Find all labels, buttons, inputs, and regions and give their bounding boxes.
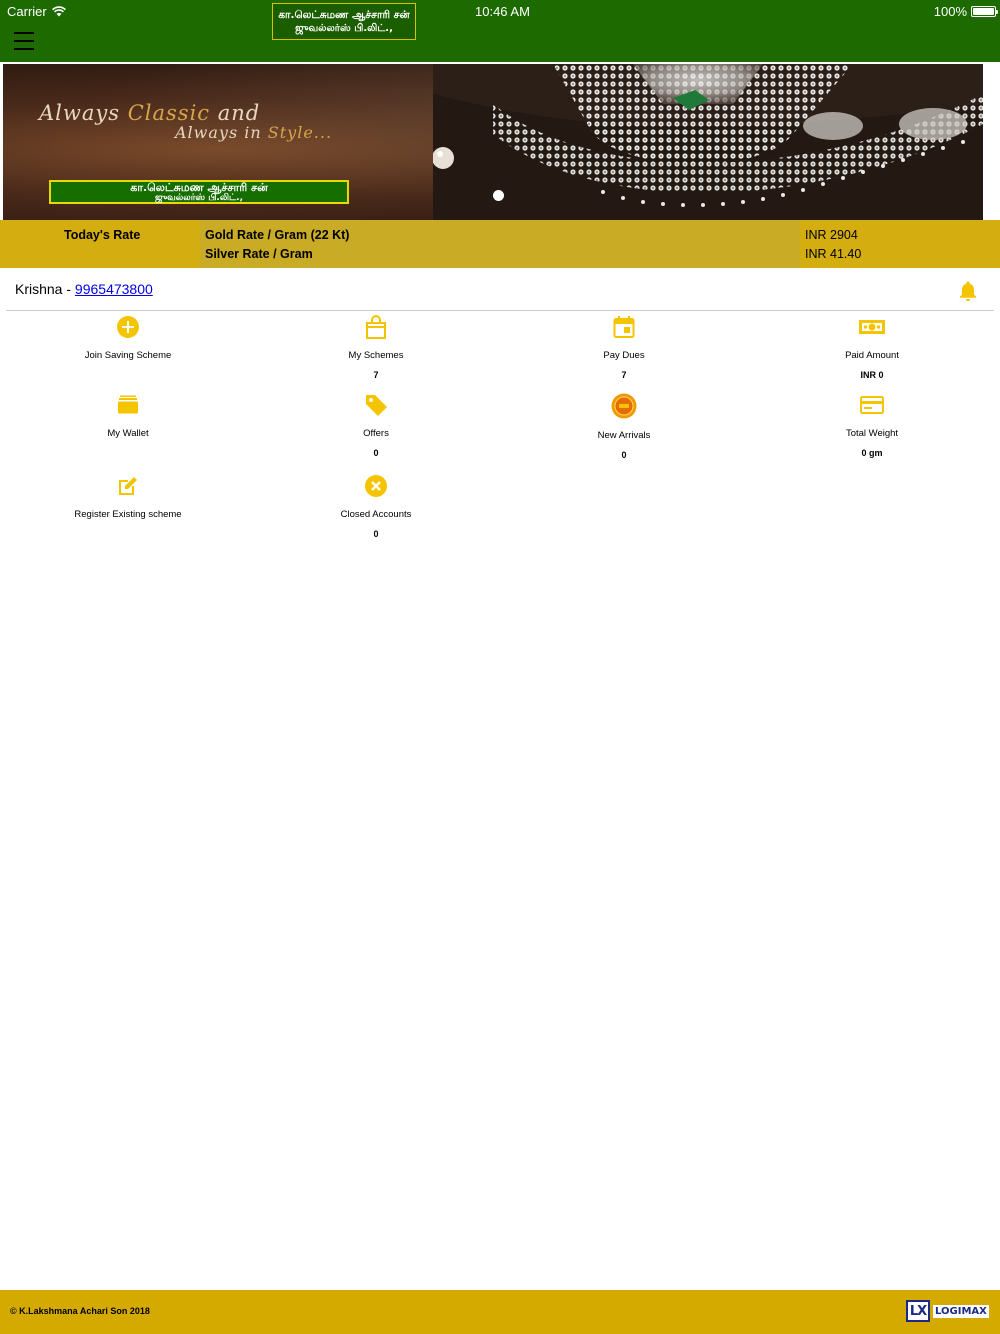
header-logo: கா.லெட்சுமண ஆச்சாரி சன் ஜுவல்லர்ஸ் பி.லி…	[272, 3, 416, 40]
banner-logo: கா.லெட்சுமண ஆச்சாரி சன் ஜுவல்லர்ஸ் பி.லி…	[49, 180, 349, 204]
tile-label: Total Weight	[845, 428, 899, 439]
user-info: Krishna - 9965473800	[15, 281, 153, 297]
status-time: 10:46 AM	[475, 4, 530, 19]
app-header: Carrier 10:46 AM 100% கா.லெட்சுமண ஆச்சார…	[0, 0, 1000, 62]
rates-label: Today's Rate	[64, 228, 141, 242]
tile-value: 7	[373, 370, 379, 380]
logimax-logo: LX LOGIMAX	[906, 1300, 989, 1322]
tagline-always-in: Always in	[175, 123, 262, 142]
tile-label: Register Existing scheme	[74, 509, 182, 520]
battery-icon	[971, 6, 998, 17]
card-icon	[859, 392, 885, 418]
tile-label: Offers	[363, 428, 389, 439]
carrier-label: Carrier	[7, 4, 47, 19]
tile-pay-dues[interactable]: Pay Dues 7	[500, 314, 748, 380]
app-footer: © K.Lakshmana Achari Son 2018 LX LOGIMAX	[0, 1290, 1000, 1334]
bell-icon[interactable]	[958, 280, 978, 302]
tile-new-arrivals[interactable]: New Arrivals 0	[500, 392, 748, 460]
tile-value: 0	[373, 529, 379, 539]
close-circle-icon	[363, 473, 389, 499]
rates-names-cell: Gold Rate / Gram (22 Kt) Silver Rate / G…	[200, 220, 800, 268]
tile-paid-amount[interactable]: Paid Amount INR 0	[748, 314, 996, 380]
status-battery: 100%	[933, 4, 998, 19]
promo-banner[interactable]: Always Classic and Always in Style... கா…	[3, 64, 983, 220]
user-phone-link[interactable]: 9965473800	[75, 281, 153, 297]
tile-value: INR 0	[860, 370, 884, 380]
tile-value: 0	[621, 450, 627, 460]
plus-circle-icon	[115, 314, 141, 340]
tile-label: Pay Dues	[603, 350, 645, 361]
banner-logo-line2: ஜுவல்லர்ஸ் பி.லிட்.,	[154, 192, 244, 203]
shopping-bag-icon	[363, 314, 389, 340]
header-logo-line2: ஜுவல்லர்ஸ் பி.லிட்.,	[291, 22, 397, 35]
rate-name-gold: Gold Rate / Gram (22 Kt)	[205, 228, 350, 242]
status-carrier: Carrier	[7, 4, 66, 19]
rate-name-silver: Silver Rate / Gram	[205, 247, 313, 261]
edit-icon	[115, 473, 141, 499]
cash-icon	[859, 314, 885, 340]
tile-value: 0	[373, 448, 379, 458]
rate-value-silver: INR 41.40	[805, 247, 862, 261]
tagline-style: Style...	[267, 123, 333, 142]
user-name: Krishna -	[15, 281, 75, 297]
banner-tagline: Always Classic and Always in Style...	[39, 101, 331, 142]
tile-label: Closed Accounts	[340, 509, 412, 520]
rates-panel: Today's Rate Gold Rate / Gram (22 Kt) Si…	[0, 220, 1000, 268]
tile-label: Join Saving Scheme	[84, 350, 172, 361]
calendar-icon	[611, 314, 637, 340]
tile-total-weight[interactable]: Total Weight 0 gm	[748, 392, 996, 458]
tile-value: 7	[621, 370, 627, 380]
banner-logo-line1: கா.லெட்சுமண ஆச்சாரி சன்	[130, 180, 268, 194]
logimax-mark: LX	[906, 1300, 930, 1322]
tile-my-wallet[interactable]: My Wallet	[4, 392, 252, 458]
tile-value: 0 gm	[861, 448, 883, 458]
tile-offers[interactable]: Offers 0	[252, 392, 500, 458]
new-badge-icon	[611, 392, 637, 420]
tile-label: Paid Amount	[845, 350, 899, 361]
tile-label: My Schemes	[348, 350, 404, 361]
tile-my-schemes[interactable]: My Schemes 7	[252, 314, 500, 380]
header-logo-line1: கா.லெட்சுமண ஆச்சாரி சன்	[278, 9, 410, 21]
tile-closed-accounts[interactable]: Closed Accounts 0	[252, 473, 500, 539]
wifi-icon	[51, 6, 66, 17]
footer-copyright: © K.Lakshmana Achari Son 2018	[10, 1306, 150, 1316]
status-bar: Carrier 10:46 AM 100%	[0, 0, 1000, 22]
rate-value-gold: INR 2904	[805, 228, 858, 242]
hamburger-menu-icon[interactable]	[14, 32, 36, 50]
battery-percent: 100%	[933, 4, 967, 19]
tile-join-saving-scheme[interactable]: Join Saving Scheme	[4, 314, 252, 380]
tagline-word-always: Always	[39, 101, 121, 125]
rates-label-cell: Today's Rate	[0, 220, 200, 268]
logimax-name: LOGIMAX	[933, 1304, 989, 1318]
wallet-icon	[115, 392, 141, 418]
tag-icon	[363, 392, 389, 418]
tagline-line2: Always in Style...	[175, 122, 332, 144]
carousel-dot[interactable]	[493, 190, 504, 201]
tile-label: New Arrivals	[597, 430, 651, 441]
tile-register-existing-scheme[interactable]: Register Existing scheme	[4, 473, 252, 539]
user-row: Krishna - 9965473800	[6, 269, 994, 311]
necklace-image	[433, 64, 983, 220]
tile-label: My Wallet	[107, 428, 149, 439]
rates-values-cell: INR 2904 INR 41.40	[800, 220, 1000, 268]
